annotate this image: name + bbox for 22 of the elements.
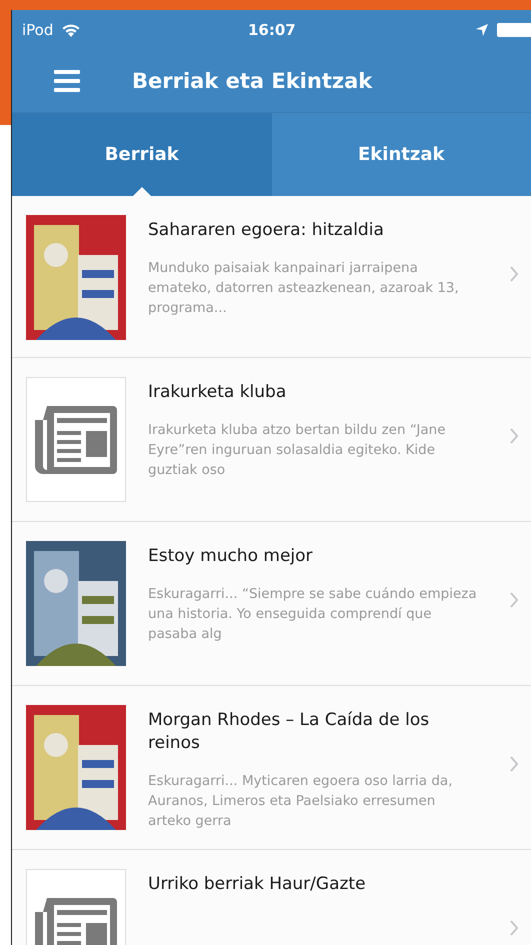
- screen-title: Berriak eta Ekintzak: [132, 69, 372, 93]
- news-title[interactable]: Morgan Rhodes – La Caída de los reinos: [148, 709, 478, 755]
- carrier-label: iPod: [22, 21, 54, 39]
- clock-time: 16:07: [248, 21, 296, 39]
- news-summary: Eskuragarri... Myticaren egoera oso larria da, Auranos, Limeros eta Paelsiako erresumen arteko gerra: [148, 772, 454, 831]
- chevron-icon[interactable]: [509, 920, 519, 936]
- news-summary: Munduko paisaiak kanpainari jarraipena emateko, datorren asteazkenean, azaroak 13, programa...: [148, 259, 460, 318]
- news-title[interactable]: Sahararen egoera: hitzaldia: [148, 219, 478, 242]
- wifi-icon: [61, 22, 82, 38]
- news-title[interactable]: Estoy mucho mejor: [148, 545, 478, 568]
- chevron-icon[interactable]: [509, 428, 519, 444]
- location-icon: [475, 23, 489, 37]
- chevron-icon[interactable]: [509, 266, 519, 282]
- tab[interactable]: Berriak: [12, 113, 272, 196]
- menu-icon[interactable]: [54, 70, 80, 92]
- news-title[interactable]: Irakurketa kluba: [148, 381, 478, 404]
- chevron-icon[interactable]: [509, 592, 519, 608]
- news-summary: Eskuragarri... “Siempre se sabe cuándo empieza una historia. Yo enseguida comprendí que pasaba alg: [148, 585, 478, 644]
- battery-icon: [497, 23, 531, 37]
- chevron-icon[interactable]: [509, 756, 519, 772]
- news-summary: Irakurketa kluba atzo bertan bildu zen “Jane Eyre”ren inguruan solasaldia egiteko. Kide guztiak oso: [148, 421, 447, 480]
- news-title[interactable]: Urriko berriak Haur/Gazte: [148, 873, 478, 896]
